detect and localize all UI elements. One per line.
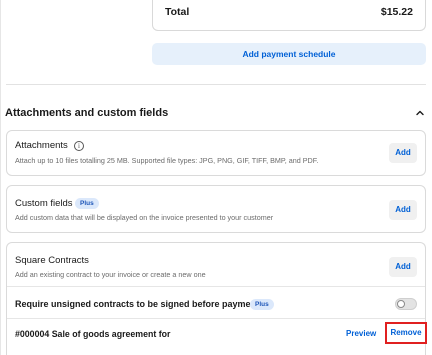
preview-link[interactable]: Preview: [346, 329, 376, 338]
custom-fields-title: Custom fields: [15, 198, 73, 209]
toggle-knob: [397, 300, 405, 308]
info-icon[interactable]: i: [74, 141, 84, 151]
plus-badge: Plus: [250, 299, 274, 310]
require-signature-toggle[interactable]: [395, 298, 417, 310]
contract-name: #000004 Sale of goods agreement for: [15, 329, 171, 339]
contracts-description: Add an existing contract to your invoice…: [15, 270, 206, 279]
row-divider: [7, 286, 425, 287]
custom-fields-card: Custom fields Plus Add custom data that …: [6, 185, 426, 233]
section-divider: [6, 84, 426, 85]
row-divider: [7, 318, 425, 319]
remove-link[interactable]: Remove: [385, 322, 427, 344]
attachments-card: Attachments i Attach up to 10 files tota…: [6, 130, 426, 176]
custom-fields-description: Add custom data that will be displayed o…: [15, 213, 274, 222]
add-payment-schedule-button[interactable]: Add payment schedule: [152, 43, 426, 65]
attachments-description: Attach up to 10 files totalling 25 MB. S…: [15, 156, 319, 165]
chevron-up-icon[interactable]: [415, 108, 425, 118]
total-label: Total: [165, 6, 190, 18]
add-contract-button[interactable]: Add: [389, 257, 417, 277]
total-card: Total $15.22: [152, 0, 426, 31]
total-value: $15.22: [380, 6, 413, 18]
contracts-title: Square Contracts: [15, 255, 89, 266]
require-signature-label: Require unsigned contracts to be signed …: [15, 299, 260, 309]
left-border: [0, 0, 1, 355]
square-contracts-card: Square Contracts Add an existing contrac…: [6, 242, 427, 355]
attachments-title: Attachments: [15, 140, 68, 151]
add-attachment-button[interactable]: Add: [389, 143, 417, 163]
plus-badge: Plus: [75, 198, 99, 209]
section-title: Attachments and custom fields: [5, 107, 169, 119]
add-custom-field-button[interactable]: Add: [389, 200, 417, 220]
